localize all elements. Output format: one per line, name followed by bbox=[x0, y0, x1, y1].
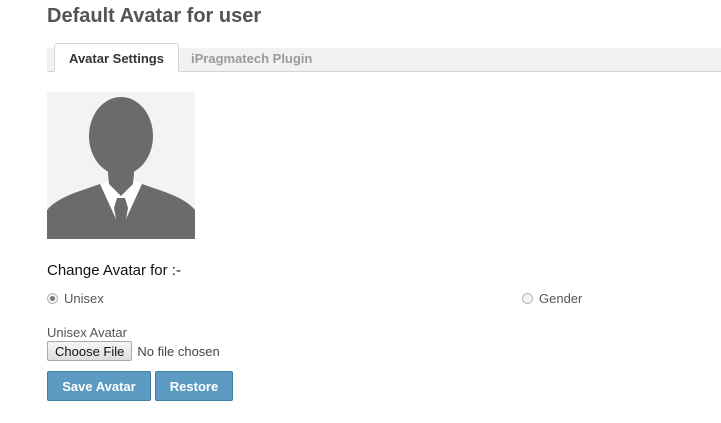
choose-file-button[interactable]: Choose File bbox=[47, 341, 133, 361]
tab-avatar-settings[interactable]: Avatar Settings bbox=[54, 43, 179, 72]
unisex-avatar-label: Unisex Avatar bbox=[47, 325, 127, 340]
tab-ipragmatech-plugin[interactable]: iPragmatech Plugin bbox=[178, 48, 325, 71]
page-title: Default Avatar for user bbox=[47, 5, 262, 27]
radio-button-gender[interactable] bbox=[522, 292, 533, 304]
radio-label-unisex: Unisex bbox=[64, 290, 104, 306]
file-status-text: No file chosen bbox=[137, 343, 220, 359]
avatar-preview bbox=[47, 92, 195, 239]
radio-option-unisex[interactable]: Unisex bbox=[47, 290, 104, 306]
default-user-silhouette-icon bbox=[47, 97, 195, 239]
radio-button-unisex[interactable] bbox=[47, 292, 58, 304]
tab-bar: Avatar Settings iPragmatech Plugin bbox=[47, 43, 721, 72]
change-avatar-heading: Change Avatar for :- bbox=[47, 262, 181, 279]
radio-option-gender[interactable]: Gender bbox=[522, 290, 582, 306]
page: Default Avatar for user Avatar Settings … bbox=[0, 0, 721, 423]
save-avatar-button[interactable]: Save Avatar bbox=[47, 371, 151, 401]
radio-label-gender: Gender bbox=[539, 290, 583, 306]
restore-button[interactable]: Restore bbox=[155, 371, 233, 401]
file-input[interactable]: Choose File No file chosen bbox=[47, 341, 220, 361]
